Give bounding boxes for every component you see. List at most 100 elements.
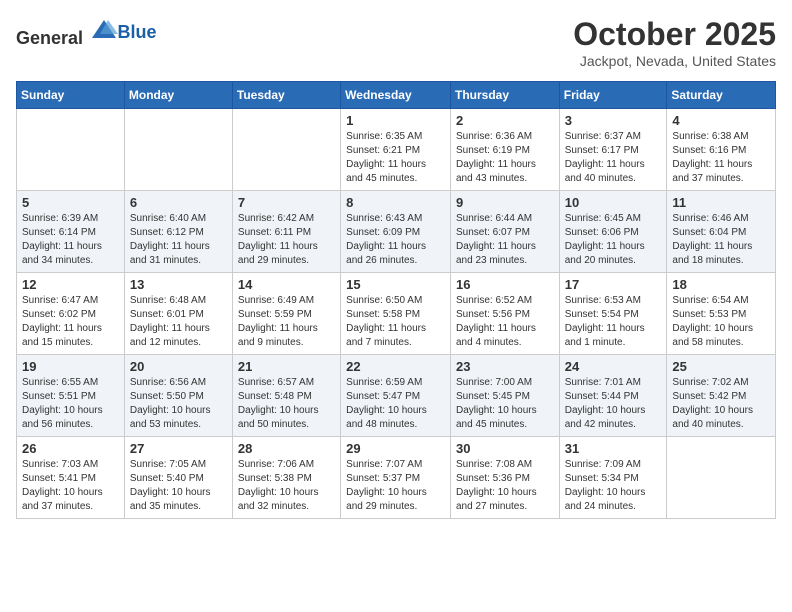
calendar-cell: 13 Sunrise: 6:48 AM Sunset: 6:01 PM Dayli… — [124, 273, 232, 355]
day-number: 11 — [672, 195, 770, 210]
calendar-cell: 10 Sunrise: 6:45 AM Sunset: 6:06 PM Dayli… — [559, 191, 667, 273]
calendar-cell: 6 Sunrise: 6:40 AM Sunset: 6:12 PM Daylig… — [124, 191, 232, 273]
day-number: 15 — [346, 277, 445, 292]
calendar-cell: 3Sunrise: 6:37 AM Sunset: 6:17 PM Daylig… — [559, 109, 667, 191]
day-info: Sunrise: 7:07 AM Sunset: 5:37 PM Dayligh… — [346, 458, 445, 514]
day-info: Sunrise: 7:09 AM Sunset: 5:34 PM Dayligh… — [565, 458, 662, 514]
day-info: Sunrise: 6:38 AM Sunset: 6:16 PM Dayligh… — [672, 130, 770, 186]
day-number: 9 — [456, 195, 554, 210]
month-title: October 2025 — [573, 16, 776, 53]
calendar-cell: 23 Sunrise: 7:00 AM Sunset: 5:45 PM Dayli… — [450, 355, 559, 437]
day-info: Sunrise: 7:02 AM Sunset: 5:42 PM Dayligh… — [672, 376, 770, 432]
day-number: 12 — [22, 277, 119, 292]
location-title: Jackpot, Nevada, United States — [573, 53, 776, 69]
weekday-header-sunday: Sunday — [17, 82, 125, 109]
calendar-cell: 12 Sunrise: 6:47 AM Sunset: 6:02 PM Dayli… — [17, 273, 125, 355]
day-number: 28 — [238, 441, 335, 456]
day-number: 26 — [22, 441, 119, 456]
day-number: 23 — [456, 359, 554, 374]
calendar-cell: 11 Sunrise: 6:46 AM Sunset: 6:04 PM Dayli… — [667, 191, 776, 273]
calendar-cell — [667, 437, 776, 519]
day-info: Sunrise: 7:03 AM Sunset: 5:41 PM Dayligh… — [22, 458, 119, 514]
calendar-cell: 27Sunrise: 7:05 AM Sunset: 5:40 PM Dayli… — [124, 437, 232, 519]
day-number: 3 — [565, 113, 662, 128]
day-number: 13 — [130, 277, 227, 292]
calendar-cell: 9Sunrise: 6:44 AM Sunset: 6:07 PM Daylig… — [450, 191, 559, 273]
weekday-header-monday: Monday — [124, 82, 232, 109]
calendar-cell: 26 Sunrise: 7:03 AM Sunset: 5:41 PM Dayli… — [17, 437, 125, 519]
calendar-cell: 30 Sunrise: 7:08 AM Sunset: 5:36 PM Dayli… — [450, 437, 559, 519]
day-info: Sunrise: 6:46 AM Sunset: 6:04 PM Dayligh… — [672, 212, 770, 268]
day-number: 25 — [672, 359, 770, 374]
day-info: Sunrise: 6:53 AM Sunset: 5:54 PM Dayligh… — [565, 294, 662, 350]
day-info: Sunrise: 6:35 AM Sunset: 6:21 PM Dayligh… — [346, 130, 445, 186]
day-number: 4 — [672, 113, 770, 128]
day-number: 2 — [456, 113, 554, 128]
day-info: Sunrise: 7:01 AM Sunset: 5:44 PM Dayligh… — [565, 376, 662, 432]
day-number: 21 — [238, 359, 335, 374]
day-number: 19 — [22, 359, 119, 374]
day-number: 30 — [456, 441, 554, 456]
day-number: 29 — [346, 441, 445, 456]
calendar-cell: 14Sunrise: 6:49 AM Sunset: 5:59 PM Dayli… — [232, 273, 340, 355]
calendar-week-row: 5Sunrise: 6:39 AM Sunset: 6:14 PM Daylig… — [17, 191, 776, 273]
calendar-week-row: 1 Sunrise: 6:35 AM Sunset: 6:21 PM Daylig… — [17, 109, 776, 191]
day-number: 8 — [346, 195, 445, 210]
day-info: Sunrise: 6:36 AM Sunset: 6:19 PM Dayligh… — [456, 130, 554, 186]
calendar-cell — [232, 109, 340, 191]
calendar-cell: 1 Sunrise: 6:35 AM Sunset: 6:21 PM Daylig… — [341, 109, 451, 191]
calendar-cell: 17 Sunrise: 6:53 AM Sunset: 5:54 PM Dayli… — [559, 273, 667, 355]
day-info: Sunrise: 7:06 AM Sunset: 5:38 PM Dayligh… — [238, 458, 335, 514]
day-number: 10 — [565, 195, 662, 210]
day-number: 17 — [565, 277, 662, 292]
day-number: 1 — [346, 113, 445, 128]
calendar-table: SundayMondayTuesdayWednesdayThursdayFrid… — [16, 81, 776, 519]
calendar-week-row: 26 Sunrise: 7:03 AM Sunset: 5:41 PM Dayli… — [17, 437, 776, 519]
day-number: 7 — [238, 195, 335, 210]
day-info: Sunrise: 6:57 AM Sunset: 5:48 PM Dayligh… — [238, 376, 335, 432]
calendar-week-row: 12 Sunrise: 6:47 AM Sunset: 6:02 PM Dayli… — [17, 273, 776, 355]
page-header: General Blue October 2025 Jackpot, Nevad… — [16, 16, 776, 69]
logo: General Blue — [16, 16, 157, 49]
day-info: Sunrise: 6:49 AM Sunset: 5:59 PM Dayligh… — [238, 294, 335, 350]
day-number: 6 — [130, 195, 227, 210]
day-info: Sunrise: 6:45 AM Sunset: 6:06 PM Dayligh… — [565, 212, 662, 268]
logo-icon — [90, 16, 118, 44]
calendar-cell: 22Sunrise: 6:59 AM Sunset: 5:47 PM Dayli… — [341, 355, 451, 437]
calendar-cell: 15 Sunrise: 6:50 AM Sunset: 5:58 PM Dayli… — [341, 273, 451, 355]
weekday-header-friday: Friday — [559, 82, 667, 109]
calendar-cell: 18 Sunrise: 6:54 AM Sunset: 5:53 PM Dayli… — [667, 273, 776, 355]
calendar-cell: 7 Sunrise: 6:42 AM Sunset: 6:11 PM Daylig… — [232, 191, 340, 273]
weekday-header-wednesday: Wednesday — [341, 82, 451, 109]
day-info: Sunrise: 7:00 AM Sunset: 5:45 PM Dayligh… — [456, 376, 554, 432]
calendar-cell: 5Sunrise: 6:39 AM Sunset: 6:14 PM Daylig… — [17, 191, 125, 273]
day-info: Sunrise: 6:42 AM Sunset: 6:11 PM Dayligh… — [238, 212, 335, 268]
day-info: Sunrise: 7:05 AM Sunset: 5:40 PM Dayligh… — [130, 458, 227, 514]
calendar-week-row: 19Sunrise: 6:55 AM Sunset: 5:51 PM Dayli… — [17, 355, 776, 437]
calendar-cell — [17, 109, 125, 191]
calendar-cell: 19Sunrise: 6:55 AM Sunset: 5:51 PM Dayli… — [17, 355, 125, 437]
day-number: 31 — [565, 441, 662, 456]
day-number: 16 — [456, 277, 554, 292]
logo-text-general: General — [16, 28, 83, 48]
calendar-cell: 29 Sunrise: 7:07 AM Sunset: 5:37 PM Dayli… — [341, 437, 451, 519]
calendar-cell: 31 Sunrise: 7:09 AM Sunset: 5:34 PM Dayli… — [559, 437, 667, 519]
calendar-cell — [124, 109, 232, 191]
day-info: Sunrise: 6:40 AM Sunset: 6:12 PM Dayligh… — [130, 212, 227, 268]
weekday-header-tuesday: Tuesday — [232, 82, 340, 109]
calendar-cell: 20Sunrise: 6:56 AM Sunset: 5:50 PM Dayli… — [124, 355, 232, 437]
calendar-cell: 24Sunrise: 7:01 AM Sunset: 5:44 PM Dayli… — [559, 355, 667, 437]
calendar-cell: 25 Sunrise: 7:02 AM Sunset: 5:42 PM Dayli… — [667, 355, 776, 437]
day-info: Sunrise: 6:54 AM Sunset: 5:53 PM Dayligh… — [672, 294, 770, 350]
day-number: 18 — [672, 277, 770, 292]
day-info: Sunrise: 6:43 AM Sunset: 6:09 PM Dayligh… — [346, 212, 445, 268]
weekday-header-row: SundayMondayTuesdayWednesdayThursdayFrid… — [17, 82, 776, 109]
day-info: Sunrise: 6:59 AM Sunset: 5:47 PM Dayligh… — [346, 376, 445, 432]
day-info: Sunrise: 6:48 AM Sunset: 6:01 PM Dayligh… — [130, 294, 227, 350]
calendar-cell: 16Sunrise: 6:52 AM Sunset: 5:56 PM Dayli… — [450, 273, 559, 355]
day-number: 20 — [130, 359, 227, 374]
day-number: 5 — [22, 195, 119, 210]
day-info: Sunrise: 6:50 AM Sunset: 5:58 PM Dayligh… — [346, 294, 445, 350]
day-info: Sunrise: 6:47 AM Sunset: 6:02 PM Dayligh… — [22, 294, 119, 350]
day-info: Sunrise: 7:08 AM Sunset: 5:36 PM Dayligh… — [456, 458, 554, 514]
